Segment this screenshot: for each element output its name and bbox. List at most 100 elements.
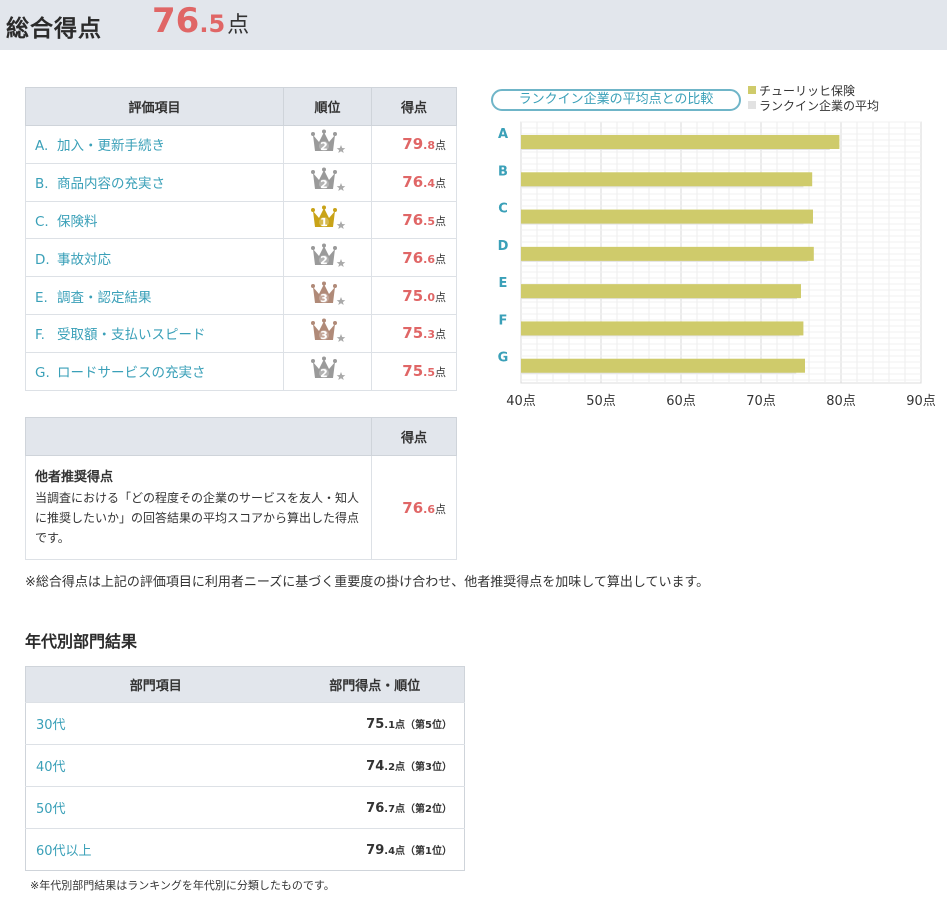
age-row: 40代 74.2点（第3位） (25, 744, 465, 787)
age-category-link[interactable]: 40代 (25, 744, 286, 787)
legend-item-company: チューリッヒ保険 (748, 84, 879, 99)
evaluation-item-letter: D. (35, 251, 50, 268)
evaluation-item-letter: A. (35, 138, 49, 155)
evaluation-rank: 1 (283, 200, 372, 240)
evaluation-item-letter: C. (35, 213, 49, 230)
x-tick-label: 60点 (666, 394, 696, 409)
legend-swatch-average (748, 101, 756, 109)
col-header-item: 評価項目 (25, 87, 284, 126)
evaluation-table: 評価項目 順位 得点 A. 加入・更新手続き 2 79.8点 B. 商品内容の充実さ 2 76… (25, 87, 457, 391)
x-tick-label: 50点 (586, 394, 616, 409)
score-dec: .0 (423, 290, 435, 304)
crown-rank-icon: 2 (308, 356, 348, 382)
evaluation-item[interactable]: D. 事故対応 (25, 238, 284, 278)
total-score-note: ※総合得点は上記の評価項目に利用者ニーズに基づく重要度の掛け合わせ、他者推奨得点… (25, 575, 710, 590)
x-tick-label: 40点 (506, 394, 536, 409)
age-score-int: 74 (366, 758, 385, 774)
evaluation-row: G. ロードサービスの充実さ 2 75.5点 (25, 351, 457, 391)
score-int: 79 (402, 135, 424, 154)
total-score-title: 総合得点 (6, 16, 102, 42)
score-int: 75 (402, 324, 424, 343)
score-dec: .3 (423, 328, 435, 342)
score-dec: .6 (423, 252, 435, 266)
recommend-score-dec: .6 (423, 503, 435, 516)
evaluation-rank: 3 (283, 313, 372, 353)
score-int: 75 (402, 362, 424, 381)
bar-company (521, 284, 801, 299)
score-int: 76 (402, 210, 424, 229)
category-label: C (498, 202, 508, 217)
col-header-score: 得点 (371, 87, 457, 126)
evaluation-item[interactable]: E. 調査・認定結果 (25, 276, 284, 315)
age-score-dec: .7 (384, 803, 396, 815)
recommend-description: 当調査における「どの程度その企業のサービスを友人・知人に推奨したいか」の回答結果… (35, 491, 360, 545)
age-score: 76.7点（第2位） (285, 786, 465, 829)
evaluation-item-label: ロードサービスの充実さ (57, 365, 206, 382)
score-int: 75 (402, 286, 424, 305)
page-header: 総合得点 76.5点 (0, 0, 947, 50)
evaluation-item[interactable]: A. 加入・更新手続き (25, 125, 284, 164)
age-score-unit: 点 (395, 845, 406, 857)
age-category-link[interactable]: 60代以上 (25, 828, 286, 871)
evaluation-item-label: 事故対応 (57, 251, 111, 268)
crown-rank-number: 2 (320, 254, 328, 267)
age-section-note: ※年代別部門結果はランキングを年代別に分類したものです。 (30, 879, 335, 892)
score-unit: 点 (435, 139, 446, 153)
age-rank: （第1位） (405, 845, 452, 857)
x-tick-label: 70点 (746, 394, 776, 409)
category-label: D (498, 239, 509, 254)
comparison-bar-chart: A B C D E F G 40点 50点 60点 70点 80点 90点 (498, 121, 936, 409)
crown-rank-number: 3 (320, 292, 328, 305)
crown-rank-number: 2 (320, 367, 328, 380)
evaluation-rank: 2 (283, 351, 372, 391)
evaluation-score: 76.4点 (371, 162, 457, 202)
age-score: 74.2点（第3位） (285, 744, 465, 787)
score-int: 76 (402, 173, 424, 192)
evaluation-item-letter: B. (35, 176, 49, 193)
legend-label-average: ランクイン企業の平均 (759, 99, 880, 113)
bar-company (521, 172, 813, 187)
age-score-dec: .2 (384, 761, 396, 773)
age-score: 79.4点（第1位） (285, 828, 465, 871)
evaluation-score: 75.5点 (371, 351, 457, 391)
crown-rank-icon: 2 (308, 129, 348, 155)
age-score-int: 79 (366, 842, 385, 858)
score-unit: 点 (435, 328, 446, 342)
total-score-unit: 点 (227, 13, 250, 38)
chart-legend: チューリッヒ保険 ランクイン企業の平均 (748, 84, 879, 114)
chart-title-pill: ランクイン企業の平均点との比較 (491, 89, 741, 111)
recommend-table: 得点 他者推奨得点 当調査における「どの程度その企業のサービスを友人・知人に推奨… (25, 417, 457, 560)
age-score-dec: .1 (384, 719, 396, 731)
crown-rank-icon: 2 (308, 167, 348, 193)
age-category-link[interactable]: 30代 (25, 702, 286, 745)
age-score-int: 75 (366, 716, 385, 732)
recommend-header-score: 得点 (371, 417, 457, 456)
score-unit: 点 (435, 177, 446, 191)
age-table: 部門項目 部門得点・順位 30代 75.1点（第5位） 40代 74.2点（第3位） 5… (25, 666, 465, 871)
crown-rank-number: 1 (320, 216, 328, 229)
age-col-header-score: 部門得点・順位 (285, 666, 465, 703)
evaluation-row: C. 保険料 1 76.5点 (25, 200, 457, 240)
bar-company (521, 321, 804, 336)
score-unit: 点 (435, 290, 446, 304)
evaluation-item[interactable]: F. 受取額・支払いスピード (25, 313, 284, 353)
score-unit: 点 (435, 214, 446, 228)
score-unit: 点 (435, 252, 446, 266)
evaluation-item-letter: E. (35, 289, 48, 306)
recommend-description-cell: 他者推奨得点 当調査における「どの程度その企業のサービスを友人・知人に推奨したい… (25, 455, 372, 560)
age-row: 50代 76.7点（第2位） (25, 786, 465, 829)
age-score-unit: 点 (395, 719, 406, 731)
evaluation-item[interactable]: G. ロードサービスの充実さ (25, 351, 284, 391)
recommend-score-int: 76 (402, 499, 424, 517)
evaluation-rank: 2 (283, 125, 372, 164)
crown-rank-number: 3 (320, 329, 328, 342)
evaluation-rank: 3 (283, 276, 372, 315)
total-score-dec: .5 (199, 10, 226, 38)
evaluation-item[interactable]: B. 商品内容の充実さ (25, 162, 284, 202)
age-category-link[interactable]: 50代 (25, 786, 286, 829)
total-score-int: 76 (152, 1, 200, 41)
evaluation-item-letter: G. (35, 365, 50, 382)
legend-item-average: ランクイン企業の平均 (748, 99, 879, 114)
evaluation-score: 75.0点 (371, 276, 457, 315)
evaluation-item[interactable]: C. 保険料 (25, 200, 284, 240)
